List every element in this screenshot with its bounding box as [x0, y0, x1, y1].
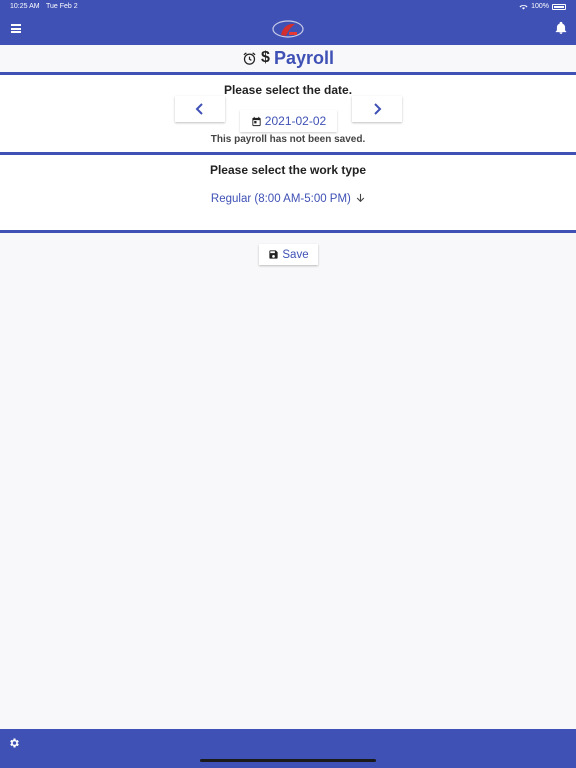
date-picker-button[interactable]: 2021-02-02	[240, 110, 337, 132]
bell-icon[interactable]	[554, 21, 568, 35]
dollar-sign: $	[261, 49, 270, 66]
battery-percent: 100%	[531, 3, 549, 10]
wifi-icon	[519, 4, 528, 10]
date-value: 2021-02-02	[264, 114, 327, 128]
menu-icon[interactable]	[11, 24, 21, 33]
alarm-clock-icon	[243, 51, 256, 65]
work-type-value: Regular (8:00 AM-5:00 PM)	[210, 193, 351, 205]
battery-icon	[552, 3, 566, 10]
next-date-button[interactable]	[352, 96, 402, 122]
date-label: Please select the date.	[223, 83, 353, 97]
divider	[0, 230, 576, 233]
home-indicator	[200, 759, 376, 762]
status-time: 10:25 AM	[10, 3, 40, 10]
floppy-disk-icon	[269, 250, 279, 259]
status-date: Tue Feb 2	[46, 3, 78, 10]
calendar-icon	[252, 116, 261, 126]
page-title: $ Payroll	[0, 45, 576, 71]
chevron-left-icon	[195, 103, 203, 115]
status-indicators: 100%	[519, 3, 566, 10]
work-type-label: Please select the work type	[209, 163, 367, 177]
arrow-down-icon	[356, 193, 365, 203]
bottom-bar	[0, 729, 576, 768]
save-status-note: This payroll has not been saved.	[210, 134, 366, 145]
app-header: 10:25 AM Tue Feb 2 100%	[0, 0, 576, 45]
chevron-right-icon	[374, 103, 382, 115]
prev-date-button[interactable]	[175, 96, 225, 122]
save-label: Save	[282, 248, 309, 261]
app-logo	[272, 20, 304, 38]
work-type-select[interactable]: Regular (8:00 AM-5:00 PM)	[0, 193, 576, 205]
page-title-text: Payroll	[273, 47, 334, 68]
save-button[interactable]: Save	[259, 244, 318, 265]
gear-icon[interactable]	[8, 737, 20, 749]
